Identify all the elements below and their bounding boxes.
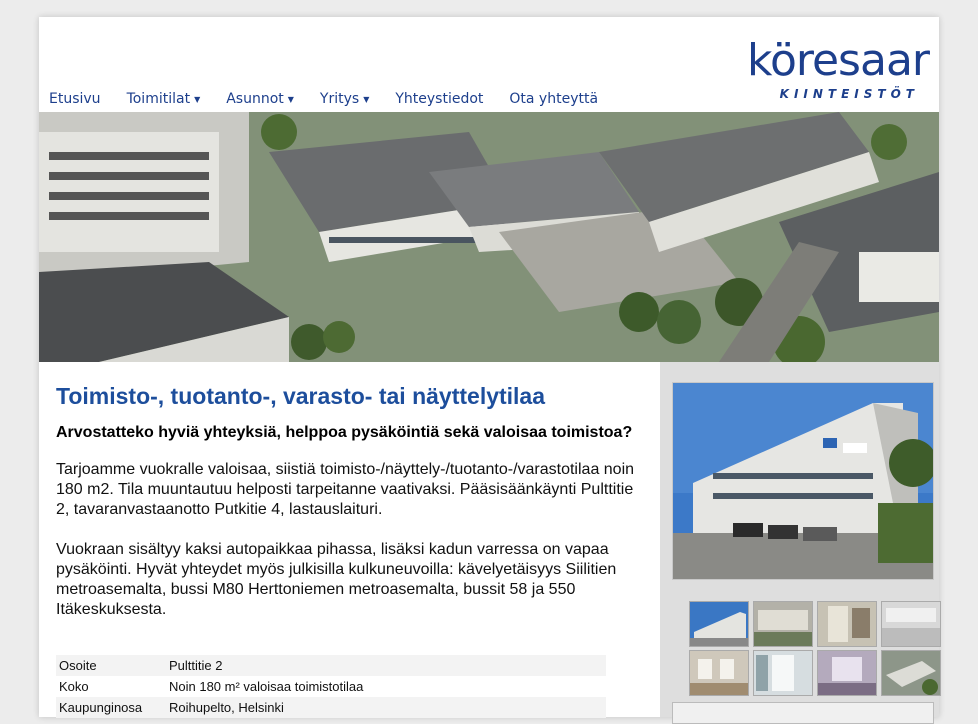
gallery-thumbnail[interactable]: [817, 601, 877, 647]
site-logo[interactable]: köresaar KIINTEISTÖT: [667, 35, 930, 102]
aerial-photo-illustration: [39, 112, 939, 362]
table-row: Osoite Pulttitie 2: [56, 655, 606, 676]
location-map[interactable]: [672, 702, 934, 724]
nav-item-label: Etusivu: [49, 91, 101, 107]
nav-item-etusivu[interactable]: Etusivu: [49, 88, 101, 110]
gallery-thumbnail[interactable]: [881, 650, 941, 696]
nav-item-label: Asunnot: [226, 91, 284, 107]
gallery-thumbnail[interactable]: [881, 601, 941, 647]
nav-item-asunnot[interactable]: Asunnot ▼: [226, 88, 294, 110]
page-title: Toimisto-, tuotanto-, varasto- tai näytt…: [56, 383, 546, 409]
gallery-thumbnail[interactable]: [689, 650, 749, 696]
logo-wordmark: köresaar: [747, 35, 930, 86]
logo-tagline: KIINTEISTÖT: [779, 87, 919, 101]
hero-aerial-photo: [39, 112, 939, 362]
info-value: Pulttitie 2: [166, 655, 606, 676]
property-info-table: Osoite Pulttitie 2 Koko Noin 180 m² valo…: [56, 655, 606, 718]
nav-item-label: Yritys: [319, 91, 360, 107]
page-container: köresaar KIINTEISTÖT Etusivu Toimitilat …: [39, 17, 941, 724]
info-value: Noin 180 m² valoisaa toimistotilaa: [169, 679, 364, 694]
gallery-thumbnail[interactable]: [817, 650, 877, 696]
main-content: Toimisto-, tuotanto-, varasto- tai näytt…: [56, 383, 646, 640]
info-key: Koko: [59, 679, 89, 694]
info-key: Osoite: [56, 655, 166, 676]
nav-item-yhteystiedot[interactable]: Yhteystiedot: [395, 88, 483, 110]
photo-gallery-sidebar: [660, 362, 941, 724]
nav-item-toimitilat[interactable]: Toimitilat ▼: [127, 88, 201, 110]
description-paragraph: Tarjoamme vuokralle valoisaa, siistiä to…: [56, 461, 635, 518]
nav-item-label: Toimitilat: [126, 91, 191, 107]
main-navigation: Etusivu Toimitilat ▼ Asunnot ▼ Yritys ▼ …: [49, 88, 624, 110]
caret-down-icon: ▼: [194, 94, 201, 104]
nav-item-label: Ota yhteyttä: [509, 91, 599, 107]
table-row: Koko Noin 180 m² valoisaa toimistotilaa: [56, 676, 606, 697]
nav-item-label: Yhteystiedot: [395, 91, 484, 107]
gallery-main-photo[interactable]: [672, 382, 934, 580]
gallery-thumbnail[interactable]: [689, 601, 749, 647]
building-photo-illustration: [673, 383, 933, 579]
gallery-thumbnail[interactable]: [753, 650, 813, 696]
nav-item-ota-yhteytta[interactable]: Ota yhteyttä: [509, 88, 598, 110]
nav-item-yritys[interactable]: Yritys ▼: [320, 88, 369, 110]
gallery-thumbnail[interactable]: [753, 601, 813, 647]
caret-down-icon: ▼: [287, 94, 294, 104]
description-paragraph: Vuokraan sisältyy kaksi autopaikkaa piha…: [56, 541, 617, 618]
caret-down-icon: ▼: [363, 94, 370, 104]
lead-text: Arvostatteko hyviä yhteyksiä, helppoa py…: [56, 424, 633, 441]
